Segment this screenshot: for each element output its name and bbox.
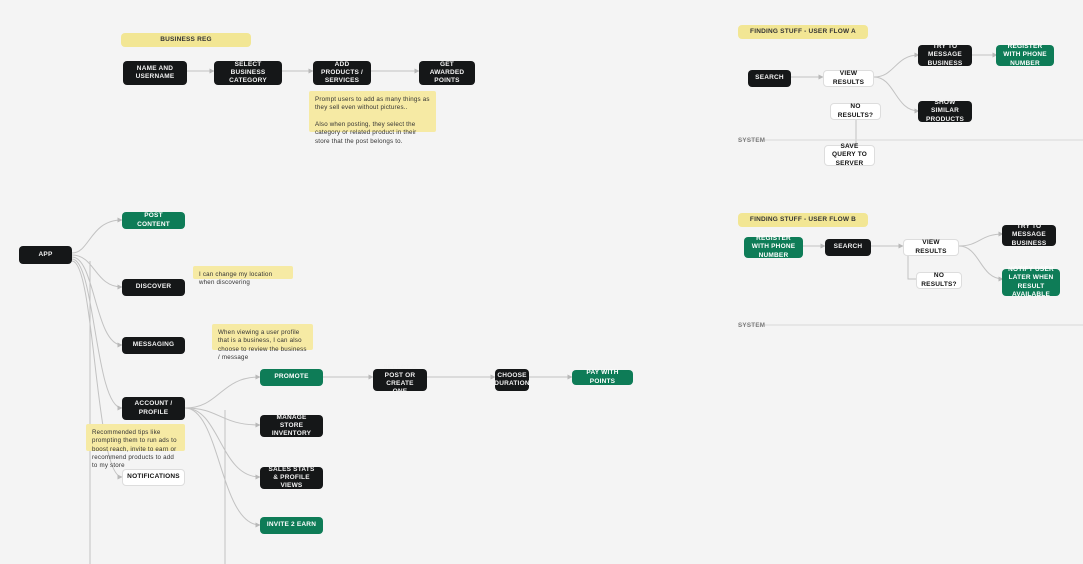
node-post-content[interactable]: POST CONTENT — [122, 212, 185, 229]
node-choose-duration[interactable]: CHOOSE DURATION — [495, 369, 529, 391]
sticky-account-tips[interactable]: Recommended tips like prompting them to … — [86, 424, 185, 451]
node-promote[interactable]: PROMOTE — [260, 369, 323, 386]
system-label-a: SYSTEM — [738, 137, 765, 144]
node-save-query-server[interactable]: SAVE QUERY TO SERVER — [824, 145, 875, 166]
node-no-results-b[interactable]: NO RESULTS? — [916, 272, 962, 289]
node-search-b[interactable]: SEARCH — [825, 239, 871, 256]
node-messaging[interactable]: MESSAGING — [122, 337, 185, 354]
node-name-username[interactable]: NAME AND USERNAME — [123, 61, 187, 85]
node-app[interactable]: APP — [19, 246, 72, 264]
node-notify-user-later[interactable]: NOTIFY USER LATER WHEN RESULT AVAILABLE — [1002, 269, 1060, 296]
title-flow-a: FINDING STUFF - USER FLOW A — [738, 25, 868, 39]
sticky-add-products-note[interactable]: Prompt users to add as many things as th… — [309, 91, 436, 132]
node-show-similar-products[interactable]: SHOW SIMILAR PRODUCTS — [918, 101, 972, 122]
sticky-discover-note[interactable]: I can change my location when discoverin… — [193, 266, 293, 279]
title-business-reg: BUSINESS REG — [121, 33, 251, 47]
node-select-business-category[interactable]: SELECT BUSINESS CATEGORY — [214, 61, 282, 85]
node-notifications[interactable]: NOTIFICATIONS — [122, 469, 185, 486]
node-no-results-a[interactable]: NO RESULTS? — [830, 103, 881, 120]
sticky-messaging-note[interactable]: When viewing a user profile that is a bu… — [212, 324, 313, 350]
node-get-awarded-points[interactable]: GET AWARDED POINTS — [419, 61, 475, 85]
node-try-message-b[interactable]: TRY TO MESSAGE BUSINESS — [1002, 225, 1056, 246]
node-discover[interactable]: DISCOVER — [122, 279, 185, 296]
node-search-a[interactable]: SEARCH — [748, 70, 791, 87]
node-try-message-a[interactable]: TRY TO MESSAGE BUSINESS — [918, 45, 972, 66]
node-add-products-services[interactable]: ADD PRODUCTS / SERVICES — [313, 61, 371, 85]
node-invite-earn[interactable]: INVITE 2 EARN — [260, 517, 323, 534]
node-register-phone-a[interactable]: REGISTER WITH PHONE NUMBER — [996, 45, 1054, 66]
node-manage-store-inventory[interactable]: MANAGE STORE INVENTORY — [260, 415, 323, 437]
node-select-post-create[interactable]: SELECT A POST OR CREATE ONE — [373, 369, 427, 391]
node-account-profile[interactable]: ACCOUNT / PROFILE — [122, 397, 185, 420]
node-view-results-a[interactable]: VIEW RESULTS — [823, 70, 874, 87]
node-view-results-b[interactable]: VIEW RESULTS — [903, 239, 959, 256]
node-pay-with-points[interactable]: PAY WITH POINTS — [572, 370, 633, 385]
system-label-b: SYSTEM — [738, 322, 765, 329]
node-sales-stats-views[interactable]: SALES STATS & PROFILE VIEWS — [260, 467, 323, 489]
title-flow-b: FINDING STUFF - USER FLOW B — [738, 213, 868, 227]
node-register-phone-b[interactable]: REGISTER WITH PHONE NUMBER — [744, 237, 803, 258]
